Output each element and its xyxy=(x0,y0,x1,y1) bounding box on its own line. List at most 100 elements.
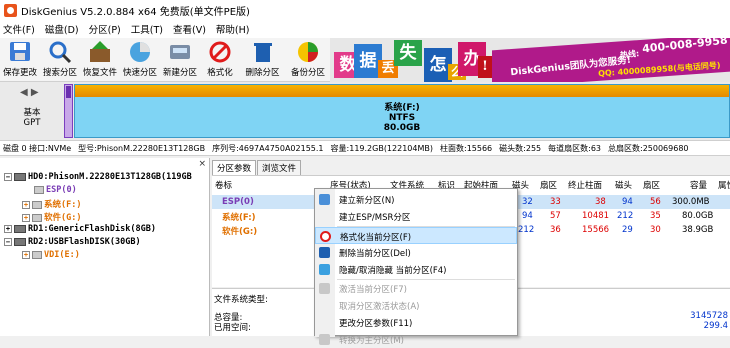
delete-icon xyxy=(319,247,330,258)
menu-item-activate[interactable]: 激活当前分区(F7) xyxy=(315,280,517,297)
ad-banner[interactable]: 数 据 丢 失 怎 么 办 ! DiskGenius团队为您服务! 热线: 40… xyxy=(330,38,730,82)
row-label: 软件(G:) xyxy=(222,227,258,237)
search-partition-button[interactable]: 搜索分区 xyxy=(40,38,80,82)
tree-partition-vdi[interactable]: + VDI(E:) xyxy=(22,250,80,260)
menu-item-esp-msr[interactable]: 建立ESP/MSR分区 xyxy=(315,208,517,225)
window-title: DiskGenius V5.2.0.884 x64 免费版(单文件PE版) xyxy=(21,6,250,18)
tree-partition-esp[interactable]: ESP(0) xyxy=(34,185,77,195)
col-header[interactable]: 扇区 xyxy=(643,179,660,191)
tree-disk-rd1[interactable]: + RD1:GenericFlashDisk(8GB) xyxy=(4,224,156,234)
menu-file[interactable]: 文件(F) xyxy=(3,22,35,36)
search-icon xyxy=(47,40,73,64)
partition-size: 80.0GB xyxy=(383,123,421,133)
disk-total-sectors: 总扇区数:250069680 xyxy=(608,143,689,153)
delete-icon xyxy=(250,40,276,64)
hide-icon xyxy=(319,264,330,275)
disk-heads: 磁头数:255 xyxy=(499,143,542,153)
menu-item-change-params[interactable]: 更改分区参数(F11) xyxy=(315,314,517,331)
banner-phone-prefix: 热线: xyxy=(619,49,640,60)
activate-icon xyxy=(319,283,330,294)
menu-item-delete[interactable]: 删除当前分区(Del) xyxy=(315,244,517,261)
partition-icon xyxy=(32,250,42,259)
save-button[interactable]: 保存更改 xyxy=(0,38,40,82)
quick-partition-icon xyxy=(127,40,153,64)
menu-item-format[interactable]: 格式化当前分区(F) xyxy=(315,227,517,244)
tab-browse-files[interactable]: 浏览文件 xyxy=(257,160,302,175)
menu-item-deactivate[interactable]: 取消分区激活状态(A) xyxy=(315,297,517,314)
new-partition-icon xyxy=(319,194,330,205)
tree-partition-system[interactable]: + 系统(F:) xyxy=(22,198,81,210)
menu-disk[interactable]: 磁盘(D) xyxy=(45,22,79,36)
expand-icon[interactable]: + xyxy=(22,200,30,209)
partition-icon xyxy=(32,213,42,222)
banner-char: 失 xyxy=(394,40,422,66)
new-partition-icon xyxy=(167,40,193,64)
expand-icon[interactable]: + xyxy=(22,250,30,259)
menu-item-hide[interactable]: 隐藏/取消隐藏 当前分区(F4) xyxy=(315,261,517,278)
tree-partition-software[interactable]: + 软件(G:) xyxy=(22,211,81,223)
disk-interface: 磁盘 0 接口:NVMe xyxy=(3,143,72,153)
backup-icon xyxy=(295,40,321,64)
col-header[interactable]: 终止柱面 xyxy=(568,179,602,191)
expand-icon[interactable]: + xyxy=(4,224,12,233)
app-icon xyxy=(4,3,17,17)
tab-strip: 分区参数 浏览文件 xyxy=(212,160,302,175)
partition-name: 系统(F:) xyxy=(384,103,420,113)
backup-partition-button[interactable]: 备份分区 xyxy=(288,38,328,82)
title-bar: DiskGenius V5.2.0.884 x64 免费版(单文件PE版) xyxy=(0,0,730,20)
quick-partition-button[interactable]: 快速分区 xyxy=(120,38,160,82)
collapse-icon[interactable]: − xyxy=(4,237,12,246)
menu-view[interactable]: 查看(V) xyxy=(173,22,206,36)
disk-model: 型号:PhisonM.22280E13T128GB xyxy=(78,143,206,153)
menu-item-convert-primary[interactable]: 转换为主分区(M) xyxy=(315,331,517,348)
disk-cylinders: 柱面数:15566 xyxy=(440,143,493,153)
disk-serial: 序列号:4697A4750A02155.1 xyxy=(212,143,324,153)
menu-tools[interactable]: 工具(T) xyxy=(131,22,163,36)
disk-icon xyxy=(14,224,26,233)
banner-char: ! xyxy=(478,56,492,78)
partition-icon xyxy=(34,185,44,194)
disk-tree-panel: × − HD0:PhisonM.22280E13T128GB(119GB ESP(… xyxy=(0,158,210,336)
menu-partition[interactable]: 分区(P) xyxy=(89,22,121,36)
format-icon xyxy=(320,231,331,242)
menu-bar: 文件(F) 磁盘(D) 分区(P) 工具(T) 查看(V) 帮助(H) xyxy=(0,20,730,38)
disk-kind-label: 基本 GPT xyxy=(23,108,41,128)
disk-sectors-per-track: 每道扇区数:63 xyxy=(548,143,601,153)
menu-item-new-partition[interactable]: 建立新分区(N) xyxy=(315,191,517,208)
used-space-label: 已用空间: xyxy=(214,323,251,333)
row-label: ESP(0) xyxy=(222,197,254,207)
expand-icon[interactable]: + xyxy=(22,213,30,222)
partition-block-esp[interactable] xyxy=(64,84,73,138)
save-icon xyxy=(7,40,33,64)
col-header[interactable]: 磁头 xyxy=(615,179,632,191)
context-menu: 建立新分区(N) 建立ESP/MSR分区 格式化当前分区(F) 删除当前分区(D… xyxy=(314,188,518,346)
total-capacity-value: 3145728 xyxy=(690,311,728,321)
format-icon xyxy=(207,40,233,64)
close-icon[interactable]: × xyxy=(198,159,206,169)
col-header[interactable]: 扇区 xyxy=(540,179,557,191)
disk-icon xyxy=(14,172,26,181)
recover-files-button[interactable]: 恢复文件 xyxy=(80,38,120,82)
partition-fs: NTFS xyxy=(388,113,416,123)
tab-partition-params[interactable]: 分区参数 xyxy=(212,160,257,175)
collapse-icon[interactable]: − xyxy=(4,172,12,181)
disk-capacity: 容量:119.2GB(122104MB) xyxy=(330,143,433,153)
col-header[interactable]: 容量 xyxy=(690,179,707,191)
fs-type-label: 文件系统类型: xyxy=(214,295,268,305)
partition-block-system[interactable]: 系统(F:) NTFS 80.0GB xyxy=(74,84,730,138)
partition-icon xyxy=(32,200,42,209)
disk-icon xyxy=(14,237,26,246)
disk-info-bar: 磁盘 0 接口:NVMe 型号:PhisonM.22280E13T128GB 序… xyxy=(0,140,730,156)
tree-disk-rd2[interactable]: − RD2:USBFlashDISK(30GB) xyxy=(4,237,141,247)
new-partition-button[interactable]: 新建分区 xyxy=(160,38,200,82)
tree-disk-hd0[interactable]: − HD0:PhisonM.22280E13T128GB(119GB xyxy=(4,172,192,182)
used-space-value: 299.4 xyxy=(703,321,728,331)
format-button[interactable]: 格式化 xyxy=(200,38,240,82)
menu-help[interactable]: 帮助(H) xyxy=(216,22,250,36)
col-header[interactable]: 属性 xyxy=(718,179,730,191)
col-header[interactable]: 卷标 xyxy=(215,179,232,191)
disk-nav-arrows[interactable]: ◀ ▶ xyxy=(20,87,39,98)
row-label: 系统(F:) xyxy=(222,213,256,223)
delete-partition-button[interactable]: 删除分区 xyxy=(240,38,285,82)
recover-icon xyxy=(87,40,113,64)
